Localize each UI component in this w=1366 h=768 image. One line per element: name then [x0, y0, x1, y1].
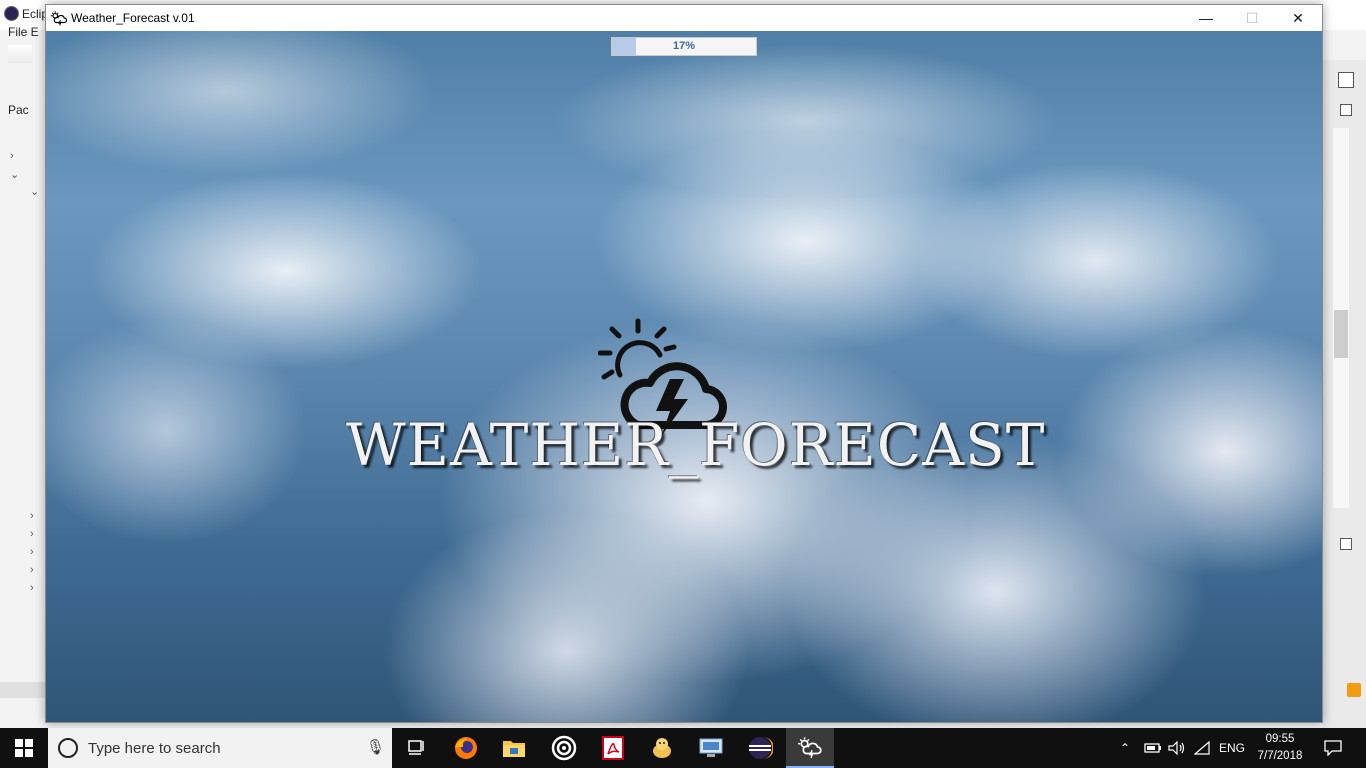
- chevron-down-icon[interactable]: ⌄: [30, 185, 39, 198]
- clock-date: 7/7/2018: [1257, 750, 1303, 762]
- taskbar: Type here to search 🎙 ⌃ ENG 09:55 7/7/20…: [0, 728, 1366, 768]
- show-hidden-icons-button[interactable]: ⌃: [1120, 728, 1130, 768]
- windows-logo-icon: [15, 739, 33, 757]
- chevron-right-icon[interactable]: ›: [30, 510, 34, 522]
- eclipse-logo-icon: [4, 6, 19, 21]
- maximize-view-icon[interactable]: [1340, 104, 1352, 116]
- chevron-right-icon[interactable]: ›: [30, 564, 34, 576]
- battery-icon: [1144, 743, 1161, 753]
- firefox-taskbar-button[interactable]: [442, 728, 490, 768]
- weather-forecast-taskbar-button[interactable]: [786, 728, 834, 768]
- monitor-icon: [699, 738, 723, 757]
- close-button[interactable]: ✕: [1275, 5, 1321, 31]
- media-disc-icon: [551, 735, 577, 761]
- taskbar-search-box[interactable]: Type here to search 🎙: [48, 728, 392, 768]
- chevron-right-icon[interactable]: ›: [30, 528, 34, 540]
- chevron-right-icon[interactable]: ›: [10, 150, 14, 162]
- scrollbar-thumb[interactable]: [1334, 310, 1348, 358]
- eclipse-horizontal-scrollbar[interactable]: [0, 682, 46, 698]
- progress-label: 17%: [672, 40, 696, 52]
- file-explorer-taskbar-button[interactable]: [490, 728, 538, 768]
- cortana-icon: [58, 738, 78, 758]
- media-app-taskbar-button[interactable]: [540, 728, 588, 768]
- language-indicator[interactable]: ENG: [1219, 728, 1245, 768]
- volume-icon[interactable]: [1168, 728, 1186, 768]
- new-icon[interactable]: [8, 45, 32, 63]
- chevron-right-icon[interactable]: ›: [30, 582, 34, 594]
- java-app-taskbar-button[interactable]: [638, 728, 686, 768]
- remote-desktop-taskbar-button[interactable]: [687, 728, 735, 768]
- loading-progress-bar: 17%: [611, 37, 757, 56]
- task-view-icon: [408, 740, 424, 755]
- eclipse-scrollbar[interactable]: [1333, 128, 1349, 508]
- package-explorer-tab[interactable]: Pac: [8, 103, 29, 117]
- chevron-right-icon[interactable]: ›: [30, 546, 34, 558]
- window-title: Weather_Forecast v.01: [71, 11, 195, 25]
- battery-icon[interactable]: [1144, 728, 1162, 768]
- maximize-button[interactable]: ☐: [1229, 5, 1275, 31]
- eclipse-taskbar-button[interactable]: [736, 728, 784, 768]
- task-view-button[interactable]: [392, 728, 440, 768]
- clock-time: 09:55: [1265, 733, 1295, 745]
- weather-app-icon: [50, 11, 68, 26]
- maximize-view-icon[interactable]: [1340, 538, 1352, 550]
- weather-forecast-window: Weather_Forecast v.01 — ☐ ✕ 17% WEATHER_…: [45, 4, 1323, 723]
- windows-start-button[interactable]: [0, 728, 48, 768]
- rss-icon[interactable]: [1347, 683, 1361, 697]
- microphone-icon[interactable]: 🎙: [366, 738, 385, 756]
- eclipse-menu[interactable]: File E: [8, 25, 39, 39]
- pdf-icon: [602, 736, 624, 760]
- clock[interactable]: 09:55 7/7/2018: [1248, 731, 1312, 765]
- debug-icon[interactable]: [8, 72, 32, 90]
- network-icon[interactable]: [1194, 728, 1210, 768]
- speaker-icon: [1168, 741, 1185, 755]
- notification-icon: [1324, 740, 1342, 756]
- acrobat-taskbar-button[interactable]: [589, 728, 637, 768]
- perspective-icon[interactable]: [1338, 72, 1354, 88]
- eclipse-icon: [749, 737, 773, 759]
- java-app-icon: [653, 738, 671, 758]
- wifi-icon: [1194, 741, 1210, 755]
- minimize-button[interactable]: —: [1183, 5, 1229, 31]
- app-brand-title: WEATHER_FORECAST: [346, 411, 1046, 479]
- folder-icon: [503, 741, 525, 757]
- chevron-down-icon[interactable]: ⌄: [10, 168, 19, 181]
- language-label: ENG: [1219, 741, 1246, 755]
- chevron-up-icon[interactable]: ⌃: [1120, 741, 1130, 755]
- window-titlebar[interactable]: Weather_Forecast v.01 — ☐ ✕: [46, 5, 1322, 31]
- firefox-icon: [455, 737, 477, 759]
- weather-app-icon: [798, 737, 822, 758]
- search-placeholder: Type here to search: [88, 740, 221, 757]
- sky-background-image: 17% WEATHER_FORECAST: [46, 31, 1322, 722]
- action-center-button[interactable]: [1324, 728, 1342, 768]
